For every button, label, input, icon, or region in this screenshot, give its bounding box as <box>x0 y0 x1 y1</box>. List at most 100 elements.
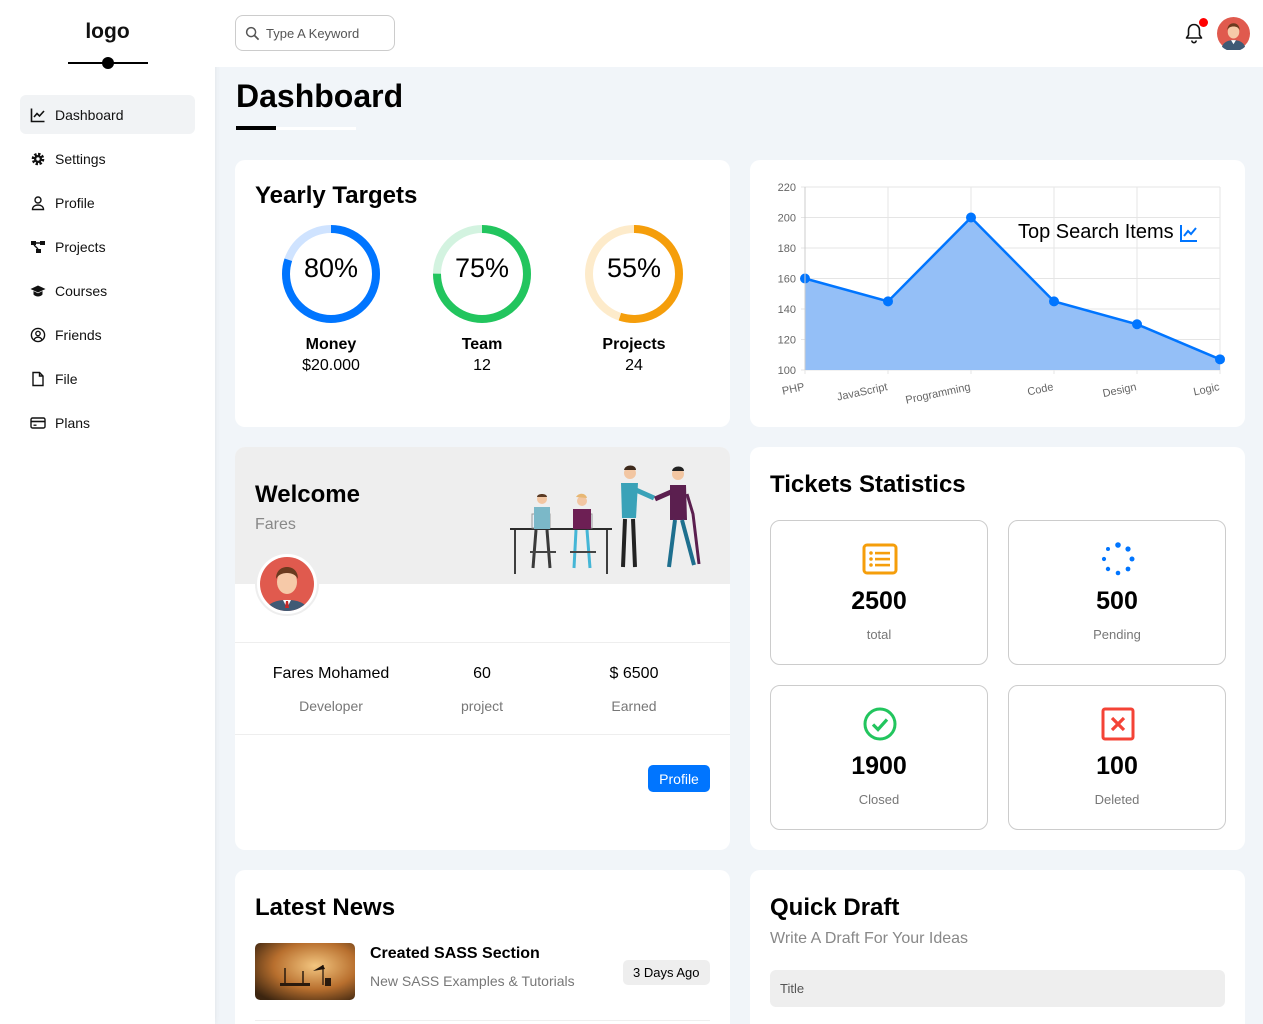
target-percent: 80% <box>303 253 359 283</box>
target-value: 24 <box>625 357 643 374</box>
sidebar-item-dashboard[interactable]: Dashboard <box>20 95 195 134</box>
y-tick-label: 220 <box>778 182 796 194</box>
ticket-stat-deleted: 100 Deleted <box>1008 685 1226 830</box>
sidebar-nav: Dashboard Settings Profile Projects Cour… <box>20 95 195 447</box>
spinner-icon <box>1101 542 1135 576</box>
target-name: Team <box>461 336 503 353</box>
yearly-targets-card: Yearly Targets 80% Money $20.000 75% Tea… <box>235 160 730 427</box>
y-tick-label: 160 <box>778 274 796 286</box>
sidebar-item-label: Friends <box>55 326 102 343</box>
diagram-project-icon <box>31 240 45 253</box>
notification-dot <box>1199 18 1208 27</box>
quick-draft-card: Quick Draft Write A Draft For Your Ideas <box>750 870 1245 1024</box>
welcome-card: Welcome Fares Fares Mohamed Developer 60… <box>235 447 730 850</box>
graduation-cap-icon <box>30 285 46 296</box>
gear-icon <box>31 152 45 165</box>
target-money: 80% Money $20.000 <box>276 219 386 375</box>
ticket-stat-closed: 1900 Closed <box>770 685 988 830</box>
chart-data-point <box>883 296 893 307</box>
x-tick-label: JavaScript <box>836 381 889 403</box>
search-input[interactable] <box>266 25 386 41</box>
card-title: Latest News <box>255 894 396 921</box>
y-tick-label: 200 <box>778 213 796 225</box>
target-team: 75% Team 12 <box>427 219 537 375</box>
area-chart: 100 120 140 160 180 200 220 PHP JavaScript Progra… <box>778 182 1225 407</box>
divider <box>235 734 730 735</box>
draft-title-input[interactable] <box>770 970 1225 1007</box>
sidebar-item-label: Courses <box>55 282 108 299</box>
chart-title: Top Search Items <box>1018 221 1199 244</box>
sidebar-item-projects[interactable]: Projects <box>20 227 195 266</box>
x-tick-label: Code <box>1026 381 1054 398</box>
team-illustration <box>510 465 701 574</box>
welcome-stat-earned: $ 6500 Earned <box>544 665 724 714</box>
top-search-chart-card: 100 120 140 160 180 200 220 PHP JavaScript Progra… <box>750 160 1245 427</box>
x-tick-label: Programming <box>905 381 972 406</box>
chart-data-point <box>966 212 976 223</box>
target-percent: 55% <box>606 253 662 283</box>
ticket-stat-total: 2500 total <box>770 520 988 665</box>
ticket-number: 2500 <box>851 587 907 615</box>
search-icon <box>245 26 260 40</box>
x-tick-label: Design <box>1102 381 1138 400</box>
chart-data-point <box>1049 296 1059 307</box>
file-icon <box>32 371 44 386</box>
chart-data-point <box>1215 354 1225 365</box>
target-value: 12 <box>473 357 491 374</box>
chart-line-icon <box>1179 224 1197 242</box>
ticket-number: 500 <box>1096 587 1138 615</box>
search-box[interactable] <box>235 15 395 51</box>
avatar <box>255 552 319 616</box>
ticket-label: Pending <box>1093 627 1141 642</box>
target-name: Money <box>305 336 357 353</box>
sidebar-item-friends[interactable]: Friends <box>20 315 195 354</box>
ticket-label: Closed <box>858 792 900 807</box>
card-title: Yearly Targets <box>255 182 418 209</box>
chart-line-icon <box>30 108 45 122</box>
ticket-label: Deleted <box>1094 792 1140 807</box>
sidebar-item-courses[interactable]: Courses <box>20 271 195 310</box>
chart-data-point <box>1132 319 1142 330</box>
sidebar-item-settings[interactable]: Settings <box>20 139 195 178</box>
logo[interactable]: logo <box>0 20 215 44</box>
profile-button[interactable]: Profile <box>648 765 710 792</box>
sidebar-item-label: Settings <box>55 150 106 167</box>
card-title: Tickets Statistics <box>770 471 966 498</box>
ticket-number: 1900 <box>851 752 907 780</box>
sidebar-item-label: Dashboard <box>55 106 124 123</box>
target-projects: 55% Projects 24 <box>579 219 689 375</box>
target-name: Projects <box>602 336 666 353</box>
welcome-title: Welcome <box>255 481 360 508</box>
sidebar-item-label: Profile <box>55 194 95 211</box>
topbar <box>215 0 1263 67</box>
y-tick-label: 140 <box>778 304 796 316</box>
sidebar-item-file[interactable]: File <box>20 359 195 398</box>
y-tick-label: 100 <box>778 365 796 377</box>
credit-card-icon <box>30 416 46 429</box>
page-title: Dashboard <box>236 78 404 114</box>
sidebar-item-profile[interactable]: Profile <box>20 183 195 222</box>
divider <box>235 642 730 643</box>
avatar[interactable] <box>1217 17 1250 50</box>
stat-value: $ 6500 <box>609 665 659 682</box>
y-tick-label: 120 <box>778 335 796 347</box>
ticket-label: total <box>866 627 892 642</box>
rectangle-list-icon <box>862 543 898 575</box>
sidebar-item-plans[interactable]: Plans <box>20 403 195 442</box>
news-image[interactable] <box>255 943 355 1000</box>
target-value: $20.000 <box>302 357 360 374</box>
tickets-card: Tickets Statistics 2500 total 500 Pendin… <box>750 447 1245 850</box>
user-icon <box>31 195 45 210</box>
card-subtitle: Write A Draft For Your Ideas <box>770 930 969 947</box>
rectangle-xmark-icon <box>1101 707 1135 741</box>
sidebar-item-label: Plans <box>55 414 91 431</box>
ticket-stat-pending: 500 Pending <box>1008 520 1226 665</box>
welcome-name: Fares <box>255 516 296 533</box>
news-title[interactable]: Created SASS Section <box>370 945 540 963</box>
target-percent: 75% <box>454 253 510 283</box>
sidebar-item-label: Projects <box>55 238 106 255</box>
ticket-number: 100 <box>1096 752 1138 780</box>
title-underline-accent <box>236 126 276 130</box>
circle-check-icon <box>863 707 897 741</box>
chart-title-text: Top Search Items <box>1018 221 1174 243</box>
